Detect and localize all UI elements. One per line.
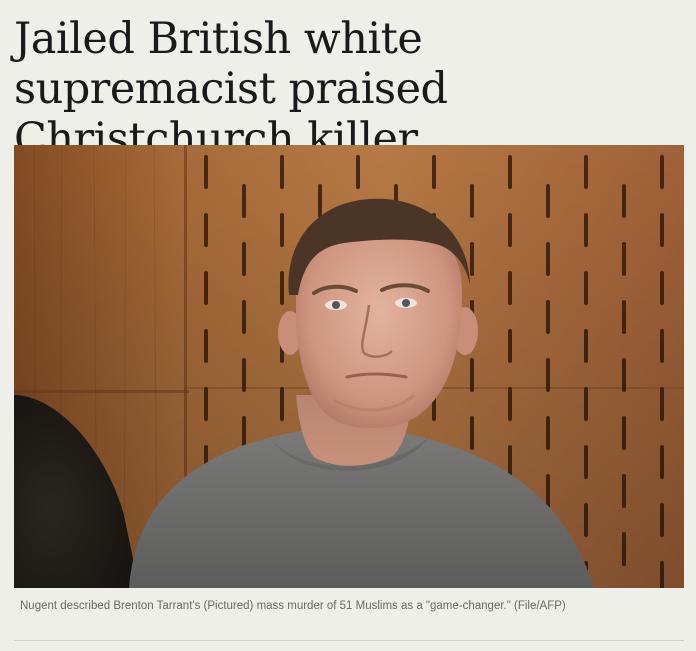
photo-caption: Nugent described Brenton Tarrant's (Pict… <box>20 600 566 612</box>
caption-divider <box>14 640 684 641</box>
article-photo <box>14 145 684 588</box>
article-headline: Jailed British white supremacist praised… <box>14 14 448 164</box>
